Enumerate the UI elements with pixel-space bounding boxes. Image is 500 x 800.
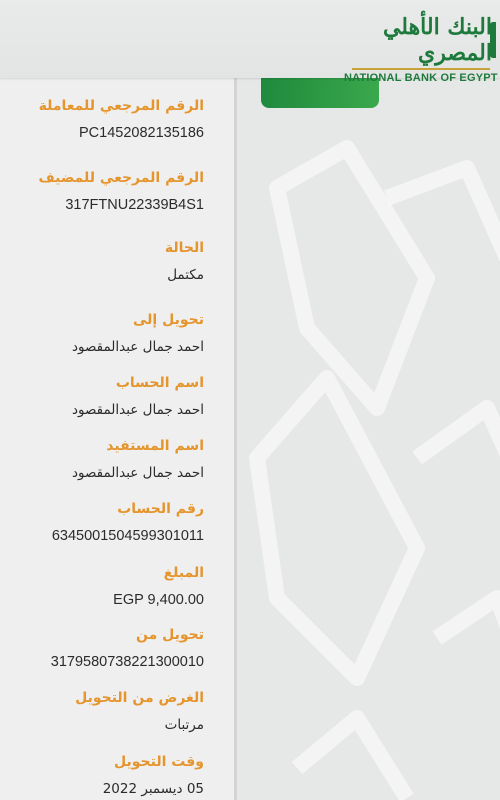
amount-value: EGP 9,400.00	[113, 592, 204, 608]
transaction-ref-label: الرقم المرجعي للمعاملة	[38, 98, 204, 114]
background-pattern-icon	[249, 140, 500, 800]
logo-arabic-text: البنك الأهلي المصري	[382, 14, 493, 66]
transfer-time-value: 05 ديسمبر 2022	[102, 781, 204, 797]
logo-mark-icon	[490, 22, 496, 58]
account-name-label: اسم الحساب	[115, 375, 204, 391]
field-transfer-from: تحويل من 3179580738221300010	[4, 627, 204, 670]
panel-divider	[234, 78, 237, 800]
field-account-number: رقم الحساب 6345001504599301011	[4, 501, 204, 544]
account-number-value: 6345001504599301011	[51, 528, 204, 544]
transaction-details-panel: الرقم المرجعي للمعاملة PC1452082135186 ا…	[0, 78, 234, 800]
host-ref-label: الرقم المرجعي للمضيف	[38, 170, 204, 186]
field-status: الحالة مكتمل	[4, 240, 204, 283]
purpose-label: الغرض من التحويل	[75, 690, 204, 706]
transfer-from-label: تحويل من	[135, 627, 204, 643]
status-value: مكتمل	[167, 267, 204, 283]
account-name-value: احمد جمال عبدالمقصود	[71, 402, 204, 418]
beneficiary-name-label: اسم المستفيد	[106, 438, 204, 454]
field-transaction-ref: الرقم المرجعي للمعاملة PC1452082135186	[4, 98, 204, 141]
beneficiary-name-value: احمد جمال عبدالمقصود	[71, 465, 204, 481]
field-account-name: اسم الحساب احمد جمال عبدالمقصود	[4, 375, 204, 418]
app-header: البنك الأهلي المصري NATIONAL BANK OF EGY…	[0, 0, 500, 84]
transaction-ref-value: PC1452082135186	[79, 125, 204, 141]
transfer-time-label: وقت التحويل	[114, 754, 204, 770]
logo-underline	[352, 68, 490, 70]
field-transfer-time: وقت التحويل 05 ديسمبر 2022	[4, 754, 204, 797]
field-purpose: الغرض من التحويل مرتبات	[4, 690, 204, 733]
logo-english-text: NATIONAL BANK OF EGYPT	[344, 72, 498, 84]
field-host-ref: الرقم المرجعي للمضيف 317FTNU22339B4S1	[4, 170, 204, 213]
transfer-to-label: تحويل إلى	[133, 312, 204, 328]
transfer-to-value: احمد جمال عبدالمقصود	[71, 339, 204, 355]
decorative-background	[237, 78, 500, 800]
transfer-from-value: 3179580738221300010	[50, 654, 204, 670]
field-beneficiary-name: اسم المستفيد احمد جمال عبدالمقصود	[4, 438, 204, 481]
field-amount: المبلغ EGP 9,400.00	[4, 565, 204, 608]
account-number-label: رقم الحساب	[117, 501, 204, 517]
field-transfer-to: تحويل إلى احمد جمال عبدالمقصود	[4, 312, 204, 355]
amount-label: المبلغ	[163, 565, 204, 581]
bank-logo: البنك الأهلي المصري NATIONAL BANK OF EGY…	[344, 14, 498, 84]
purpose-value: مرتبات	[164, 717, 204, 733]
host-ref-value: 317FTNU22339B4S1	[65, 197, 204, 213]
status-label: الحالة	[164, 240, 204, 256]
